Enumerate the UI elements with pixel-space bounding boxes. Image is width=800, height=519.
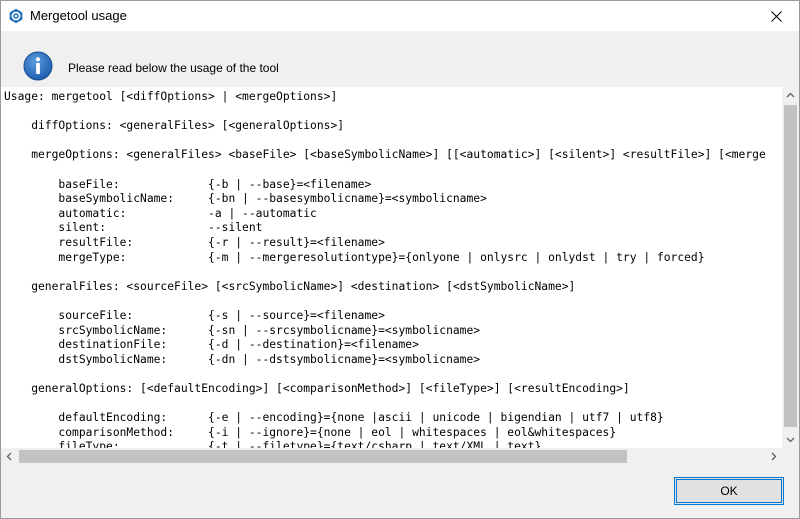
title-bar[interactable]: Mergetool usage	[1, 1, 799, 31]
usage-line: fileType: {-t | --filetype}={text/csharp…	[4, 440, 542, 448]
scroll-right-arrow-icon[interactable]	[765, 448, 782, 465]
usage-line: sourceFile: {-s | --source}=<filename>	[4, 308, 385, 322]
horizontal-scrollbar[interactable]	[1, 448, 782, 465]
close-button[interactable]	[753, 1, 799, 31]
usage-line: Usage: mergetool [<diffOptions> | <merge…	[4, 90, 338, 103]
usage-line: generalFiles: <sourceFile> [<srcSymbolic…	[4, 279, 576, 293]
close-icon	[770, 10, 782, 22]
info-icon	[23, 51, 53, 81]
usage-line: resultFile: {-r | --result}=<filename>	[4, 235, 385, 249]
usage-text-area[interactable]: Usage: mergetool [<diffOptions> | <merge…	[1, 87, 782, 448]
mergetool-usage-dialog: Mergetool usage Please read below the us…	[0, 0, 800, 519]
usage-line: mergeOptions: <generalFiles> <baseFile> …	[4, 148, 766, 162]
header-message: Please read below the usage of the tool	[68, 61, 279, 75]
vertical-scrollbar[interactable]	[782, 87, 799, 448]
mergetool-app-icon	[8, 8, 24, 24]
vertical-scroll-thumb[interactable]	[784, 105, 797, 427]
scroll-up-arrow-icon[interactable]	[782, 87, 799, 104]
usage-line: silent: --silent	[4, 221, 263, 235]
scroll-down-arrow-icon[interactable]	[782, 431, 799, 448]
usage-line: mergeType: {-m | --mergeresolutiontype}=…	[4, 250, 705, 264]
usage-line: srcSymbolicName: {-sn | --srcsymbolicnam…	[4, 323, 481, 337]
usage-line: dstSymbolicName: {-dn | --dstsymbolicnam…	[4, 352, 481, 366]
window-title: Mergetool usage	[30, 8, 127, 23]
scrollbar-corner	[782, 448, 799, 465]
usage-line: baseSymbolicName: {-bn | --basesymbolicn…	[4, 192, 487, 206]
scroll-left-arrow-icon[interactable]	[1, 448, 18, 465]
usage-line: comparisonMethod: {-i | --ignore}={none …	[4, 425, 617, 439]
usage-line: destinationFile: {-d | --destination}=<f…	[4, 338, 419, 352]
ok-button[interactable]: OK	[674, 477, 784, 505]
usage-line: generalOptions: [<defaultEncoding>] [<co…	[4, 381, 630, 395]
usage-line: baseFile: {-b | --base}=<filename>	[4, 177, 372, 191]
horizontal-scroll-thumb[interactable]	[19, 450, 627, 463]
dialog-header: Please read below the usage of the tool	[1, 31, 799, 87]
usage-text: Usage: mergetool [<diffOptions> | <merge…	[4, 90, 766, 448]
usage-line: diffOptions: <generalFiles> [<generalOpt…	[4, 119, 345, 133]
usage-line: automatic: -a | --automatic	[4, 206, 317, 220]
usage-line: defaultEncoding: {-e | --encoding}={none…	[4, 411, 664, 425]
